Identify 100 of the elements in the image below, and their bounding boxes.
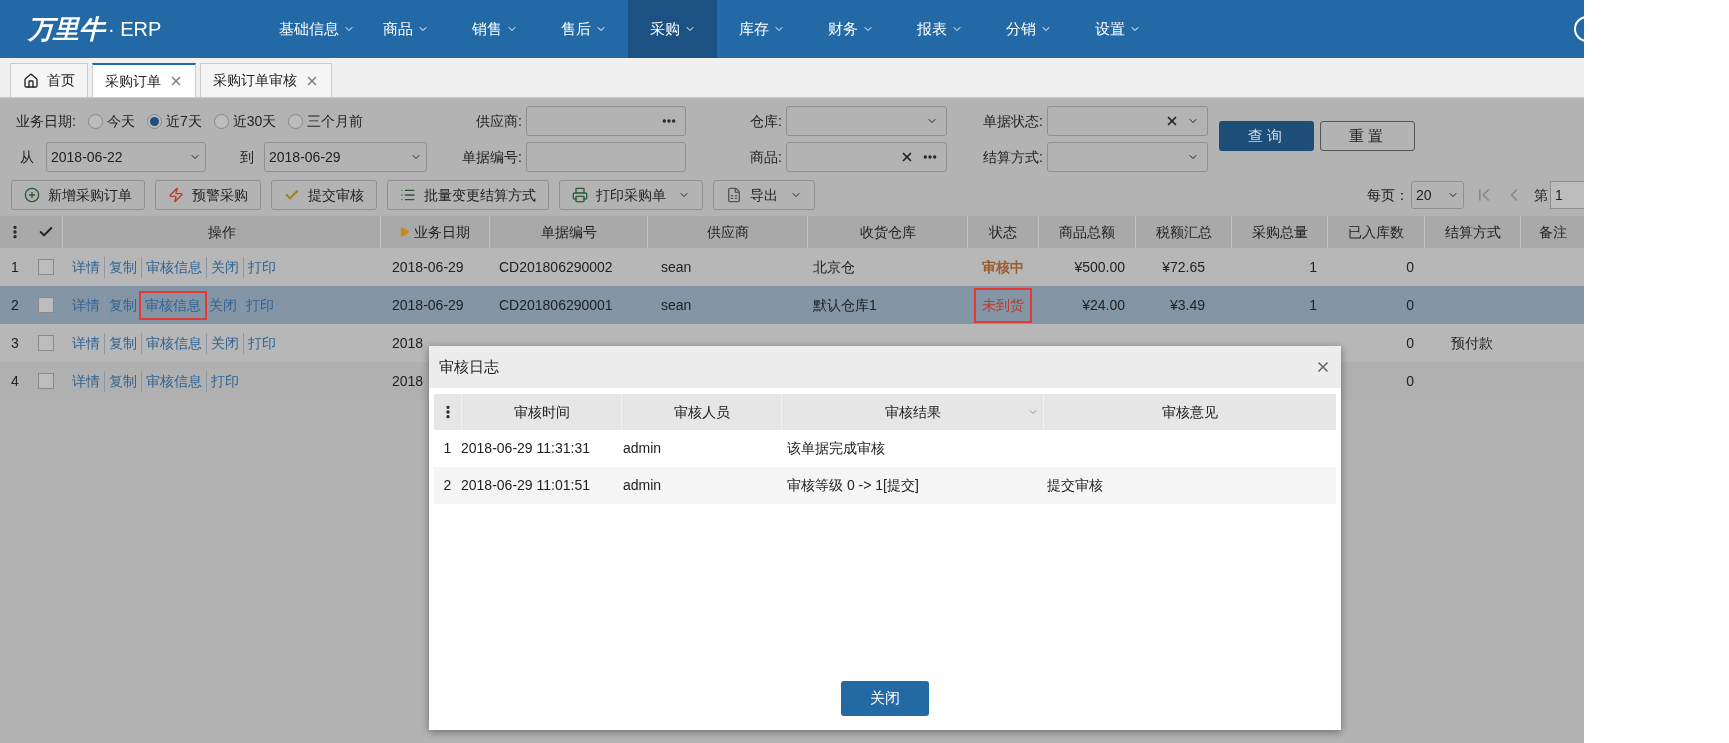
received-cell-text: 0 — [1405, 295, 1415, 315]
row-number: 2 — [10, 295, 20, 315]
audit-comment-cell-text: 提交审核 — [1046, 476, 1104, 495]
menu-item[interactable]: 销售 — [450, 0, 539, 58]
document-number-field[interactable] — [526, 142, 686, 172]
row-checkbox[interactable] — [38, 297, 54, 313]
toolbar-button[interactable]: 预警采购 — [155, 180, 261, 210]
lightning-icon — [168, 187, 184, 203]
settlement-cell-text: 预付款 — [1450, 333, 1494, 353]
home-icon — [23, 72, 39, 89]
logo-suffix: · ERP — [108, 17, 162, 42]
amount-cell-text: ¥24.00 — [1081, 295, 1126, 315]
menu-item[interactable]: 商品 — [361, 0, 450, 58]
sort-icon — [400, 227, 410, 237]
toolbar-button[interactable]: 打印采购单 — [559, 180, 703, 210]
row-checkbox[interactable] — [38, 335, 54, 351]
status-text: 未到货 — [975, 289, 1030, 321]
warehouse-cell-text: 默认仓库1 — [812, 295, 878, 315]
close-button[interactable]: 关闭 — [841, 681, 929, 716]
filter-label: 单据编号: — [461, 147, 523, 167]
page-number-field[interactable]: 1 — [1550, 181, 1584, 209]
audit-result-cell-text: 审核等级 0 -> 1[提交] — [786, 476, 920, 495]
tab[interactable]: 首页 — [10, 63, 88, 97]
plus-icon — [24, 187, 40, 203]
menu-item[interactable]: 财务 — [806, 0, 895, 58]
row-number: 4 — [10, 371, 20, 391]
logo-text: 万里牛 — [28, 12, 105, 46]
date-radio[interactable]: 今天 — [87, 110, 135, 132]
supplier-field[interactable] — [526, 106, 686, 136]
filter-label: 仓库: — [749, 111, 783, 131]
document-number-cell-text: CD201806290002 — [498, 257, 614, 277]
tax-cell-text: ¥72.65 — [1161, 257, 1206, 277]
tax-cell-text: ¥3.49 — [1168, 295, 1206, 315]
received-cell-text: 0 — [1405, 371, 1415, 391]
toolbar-button[interactable]: 导出 — [713, 180, 815, 210]
menu-item[interactable]: 设置 — [1073, 0, 1162, 58]
close-icon[interactable] — [1315, 359, 1331, 375]
clear-icon — [900, 150, 914, 164]
audit-time-cell-text: 2018-06-29 11:31:31 — [461, 439, 591, 458]
date-cell-text: 2018 — [391, 371, 425, 391]
from-date-select[interactable]: 2018-06-22 — [46, 142, 206, 172]
row-number: 3 — [10, 333, 20, 353]
filter-label: 单据状态: — [982, 111, 1044, 131]
row-number: 1 — [442, 439, 453, 458]
auditor-cell-text: admin — [622, 439, 663, 458]
date-radio[interactable]: 近7天 — [146, 110, 202, 132]
menu-item[interactable]: 报表 — [895, 0, 984, 58]
per-page-select[interactable]: 20 — [1411, 181, 1464, 209]
supplier-cell-text: sean — [660, 257, 693, 277]
date-cell-text: 2018-06-29 — [391, 257, 465, 277]
status-select[interactable] — [1047, 106, 1208, 136]
menu-item[interactable]: 采购 — [628, 0, 717, 58]
date-radio[interactable]: 三个月前 — [288, 110, 364, 132]
spreadsheet-icon — [726, 187, 742, 203]
tab[interactable]: 采购订单 — [92, 63, 196, 97]
settlement-select[interactable] — [1047, 142, 1208, 172]
reset-button[interactable]: 重置 — [1320, 121, 1415, 151]
printer-icon — [572, 187, 588, 203]
menu-item[interactable]: 库存 — [717, 0, 806, 58]
filter-label: 到 — [240, 147, 255, 167]
row-number: 1 — [10, 257, 20, 277]
document-number-cell-text: CD201806290001 — [498, 295, 614, 315]
toolbar-button[interactable]: 新增采购订单 — [11, 180, 145, 210]
close-icon[interactable] — [169, 74, 183, 88]
product-field[interactable] — [786, 142, 947, 172]
received-cell-text: 0 — [1405, 333, 1415, 353]
date-cell-text: 2018-06-29 — [391, 295, 465, 315]
audit-result-cell-text: 该单据完成审核 — [786, 439, 886, 458]
per-page-label: 每页： — [1367, 185, 1409, 205]
menu-item[interactable]: 售后 — [539, 0, 628, 58]
quantity-cell-text: 1 — [1308, 295, 1318, 315]
to-date-select[interactable]: 2018-06-29 — [264, 142, 427, 172]
toolbar-button[interactable]: 批量变更结算方式 — [387, 180, 549, 210]
row-checkbox[interactable] — [38, 259, 54, 275]
received-cell-text: 0 — [1405, 257, 1415, 277]
filter-label: 供应商: — [475, 111, 523, 131]
query-button[interactable]: 查询 — [1219, 121, 1314, 151]
warehouse-cell-text: 北京仓 — [812, 257, 856, 277]
table-row[interactable]: 2 详情 复制 审核信息 关闭 打印 2018-06-29 CD201806290001 sean 默认仓库1 未到货 ¥24.00 ¥3.49 1 0 — [0, 286, 1584, 324]
toolbar-button[interactable]: 提交审核 — [271, 180, 377, 210]
clear-icon — [1165, 114, 1179, 128]
row-checkbox[interactable] — [38, 373, 54, 389]
menu-item[interactable]: 基础信息 — [272, 0, 361, 58]
filter-label: 业务日期: — [16, 111, 76, 131]
menu-item[interactable]: 分销 — [984, 0, 1073, 58]
list-icon — [400, 187, 416, 203]
status-text: 审核中 — [980, 257, 1025, 277]
warehouse-select[interactable] — [786, 106, 947, 136]
table-row[interactable]: 1 详情 复制 审核信息 关闭 打印 2018-06-29 CD201806290002 sean 北京仓 审核中 ¥500.00 ¥72.65 1 0 — [0, 248, 1584, 286]
quantity-cell-text: 1 — [1308, 257, 1318, 277]
filter-label: 从 — [20, 147, 35, 167]
tab[interactable]: 采购订单审核 — [200, 63, 332, 97]
audit-time-cell-text: 2018-06-29 11:01:51 — [461, 476, 591, 495]
supplier-cell-text: sean — [660, 295, 693, 315]
row-number: 2 — [442, 476, 453, 495]
date-radio[interactable]: 近30天 — [213, 110, 277, 132]
amount-cell-text: ¥500.00 — [1073, 257, 1126, 277]
filter-label: 商品: — [749, 147, 783, 167]
page-label: 第 — [1534, 185, 1548, 205]
filter-label: 结算方式: — [982, 147, 1044, 167]
